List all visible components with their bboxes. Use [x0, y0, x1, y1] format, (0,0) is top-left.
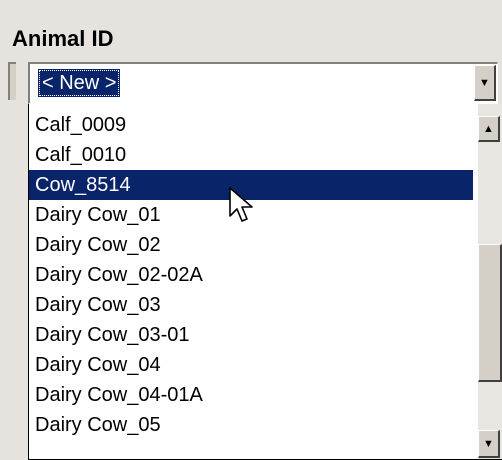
dropdown-items: Calf_0009 Calf_0010 Cow_8514 Dairy Cow_01 Da… [29, 110, 473, 440]
combo-selected-value[interactable]: < New > [38, 69, 121, 97]
dropdown-button[interactable]: ▼ [474, 65, 496, 101]
list-item[interactable]: Dairy Cow_02-02A [29, 260, 473, 290]
list-item[interactable]: Dairy Cow_05 [29, 410, 473, 440]
list-item[interactable]: Dairy Cow_04-01A [29, 380, 473, 410]
list-item[interactable]: Calf_0009 [29, 110, 473, 140]
list-item[interactable]: Dairy Cow_03-01 [29, 320, 473, 350]
animal-id-label: Animal ID [12, 26, 114, 51]
list-item[interactable]: Dairy Cow_03 [29, 290, 473, 320]
list-scrollbar[interactable]: ▲ ▼ [478, 104, 502, 459]
animal-id-dropdown-list[interactable]: Calf_0009 Calf_0010 Cow_8514 Dairy Cow_01 Da… [28, 104, 502, 460]
list-item[interactable]: Dairy Cow_02 [29, 230, 473, 260]
scroll-down-button[interactable]: ▼ [478, 430, 500, 458]
mouse-pointer-icon [229, 187, 253, 222]
adjacent-control-edge [8, 62, 16, 100]
scrollbar-thumb[interactable] [478, 244, 502, 382]
triangle-down-icon: ▼ [483, 437, 494, 450]
scroll-up-button[interactable]: ▲ [478, 116, 500, 142]
list-item[interactable]: Dairy Cow_04 [29, 350, 473, 380]
animal-id-combobox[interactable]: < New > ▼ [28, 62, 498, 104]
triangle-up-icon: ▲ [483, 122, 494, 135]
list-item[interactable]: Calf_0010 [29, 140, 473, 170]
triangle-down-icon: ▼ [479, 76, 490, 89]
